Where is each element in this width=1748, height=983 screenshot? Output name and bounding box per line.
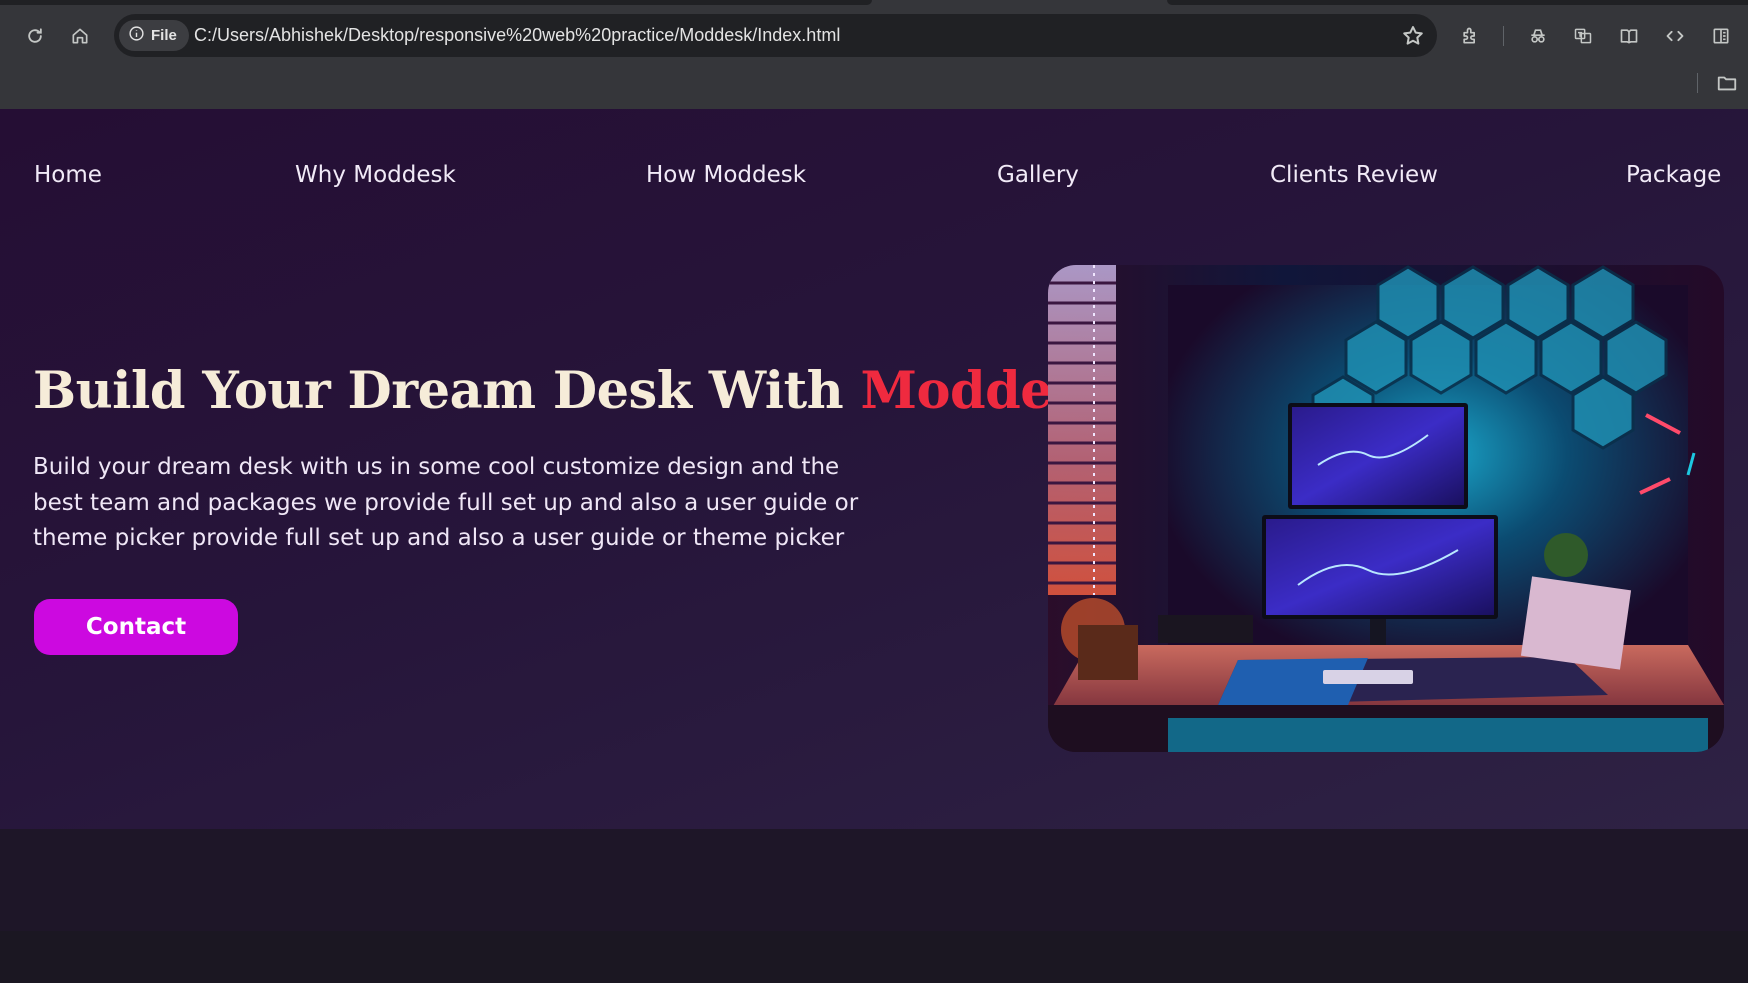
hero-intro: Build your dream desk with us in some co…	[33, 454, 859, 551]
main-nav: Home Why Moddesk How Moddesk Gallery Cli…	[0, 109, 1748, 244]
site-info-chip[interactable]: File	[119, 20, 189, 51]
star-icon[interactable]	[1401, 24, 1425, 48]
address-bar[interactable]: File C:/Users/Abhishek/Desktop/responsiv…	[114, 14, 1437, 57]
page-bottom-band	[0, 931, 1748, 983]
nav-link-clients-review[interactable]: Clients Review	[1270, 162, 1438, 188]
tab-strip-right	[1167, 0, 1748, 5]
desk-setup-image	[1048, 265, 1724, 752]
next-section-band	[0, 829, 1748, 931]
sidebar-icon[interactable]	[1707, 22, 1735, 50]
browser-chrome: File C:/Users/Abhishek/Desktop/responsiv…	[0, 0, 1748, 109]
nav-link-why-moddesk[interactable]: Why Moddesk	[295, 162, 456, 188]
headline-lead: Build Your Dream Desk With	[33, 361, 861, 421]
hero-section: Home Why Moddesk How Moddesk Gallery Cli…	[0, 109, 1748, 829]
info-icon	[128, 25, 145, 46]
reading-mode-icon[interactable]	[1615, 22, 1643, 50]
home-icon[interactable]	[64, 20, 96, 52]
reload-icon[interactable]	[19, 20, 51, 52]
security-chip-label: File	[151, 27, 177, 44]
folder-icon[interactable]	[1715, 72, 1739, 94]
nav-link-home[interactable]: Home	[34, 162, 102, 188]
bookmarks-separator	[1697, 73, 1698, 93]
incognito-icon[interactable]	[1524, 22, 1552, 50]
hero-headline: Build Your Dream Desk With Moddesk	[33, 361, 1116, 421]
url-text[interactable]: C:/Users/Abhishek/Desktop/responsive%20w…	[194, 14, 840, 57]
nav-link-gallery[interactable]: Gallery	[997, 162, 1079, 188]
translate-icon[interactable]	[1569, 22, 1597, 50]
nav-link-how-moddesk[interactable]: How Moddesk	[646, 162, 806, 188]
nav-link-package[interactable]: Package	[1626, 162, 1721, 188]
extensions-icon[interactable]	[1456, 22, 1484, 50]
tab-strip-left	[0, 0, 872, 5]
toolbar-separator	[1503, 26, 1504, 46]
contact-button[interactable]: Contact	[34, 599, 238, 655]
devtools-icon[interactable]	[1661, 22, 1689, 50]
